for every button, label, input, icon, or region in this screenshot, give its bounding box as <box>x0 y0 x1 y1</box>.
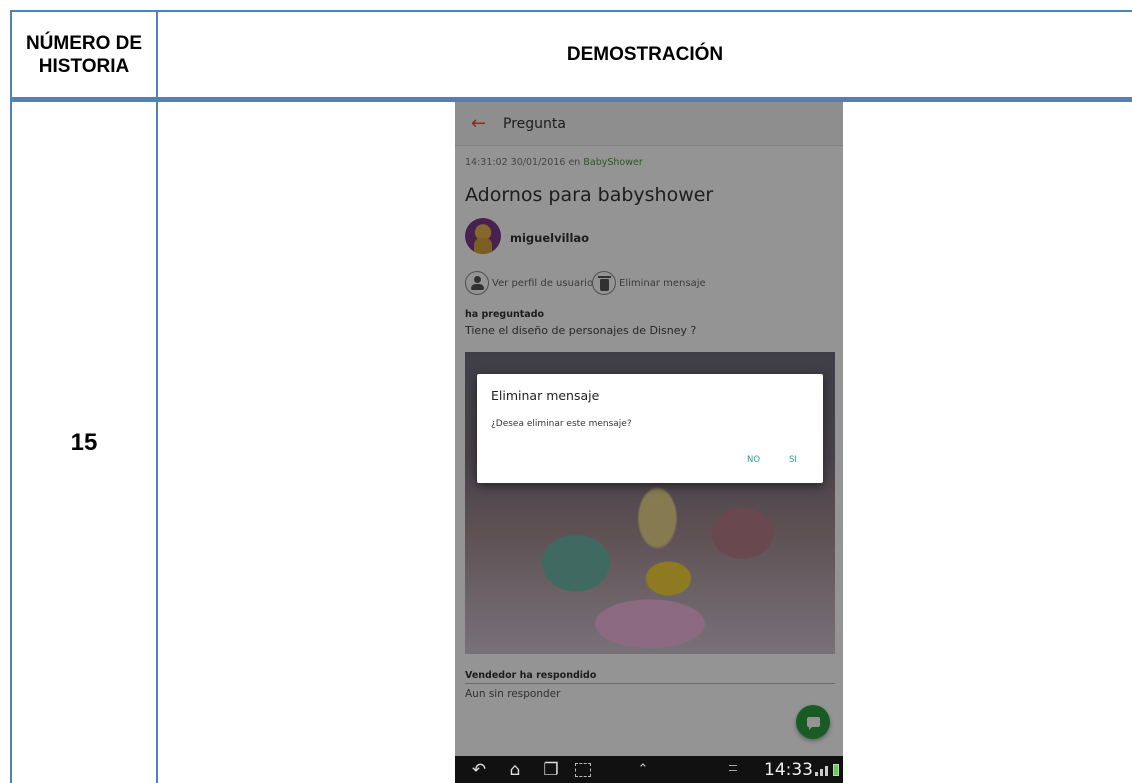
table-column-divider <box>156 10 158 783</box>
android-navigation-bar: ↶ ⌂ ❐ ⌃ 14:33 <box>455 756 843 783</box>
home-nav-icon[interactable]: ⌂ <box>503 760 527 780</box>
status-icons <box>815 764 839 776</box>
recent-apps-icon[interactable]: ❐ <box>539 760 563 780</box>
back-nav-icon[interactable]: ↶ <box>467 760 491 780</box>
header-demonstration: DEMOSTRACIÓN <box>566 43 724 65</box>
delete-confirm-dialog: Eliminar mensaje ¿Desea eliminar este me… <box>477 374 823 483</box>
status-clock: 14:33 <box>764 760 813 780</box>
document-table: NÚMERO DE HISTORIA DEMOSTRACIÓN 15 ← Pre… <box>0 0 1132 783</box>
menu-icon[interactable] <box>729 765 737 771</box>
battery-icon <box>833 764 839 776</box>
phone-screenshot: ← Pregunta 14:31:02 30/01/2016 en BabySh… <box>455 102 843 783</box>
header-story-number: NÚMERO DE HISTORIA <box>25 32 143 77</box>
dialog-no-button[interactable]: NO <box>747 455 760 465</box>
dialog-message: ¿Desea eliminar este mensaje? <box>491 419 632 429</box>
screenshot-icon[interactable] <box>575 762 591 777</box>
dialog-title: Eliminar mensaje <box>491 388 600 403</box>
story-number-cell: 15 <box>70 428 98 456</box>
signal-icon <box>815 772 818 776</box>
chevron-up-icon[interactable]: ⌃ <box>633 762 653 777</box>
dialog-yes-button[interactable]: SI <box>789 455 797 465</box>
